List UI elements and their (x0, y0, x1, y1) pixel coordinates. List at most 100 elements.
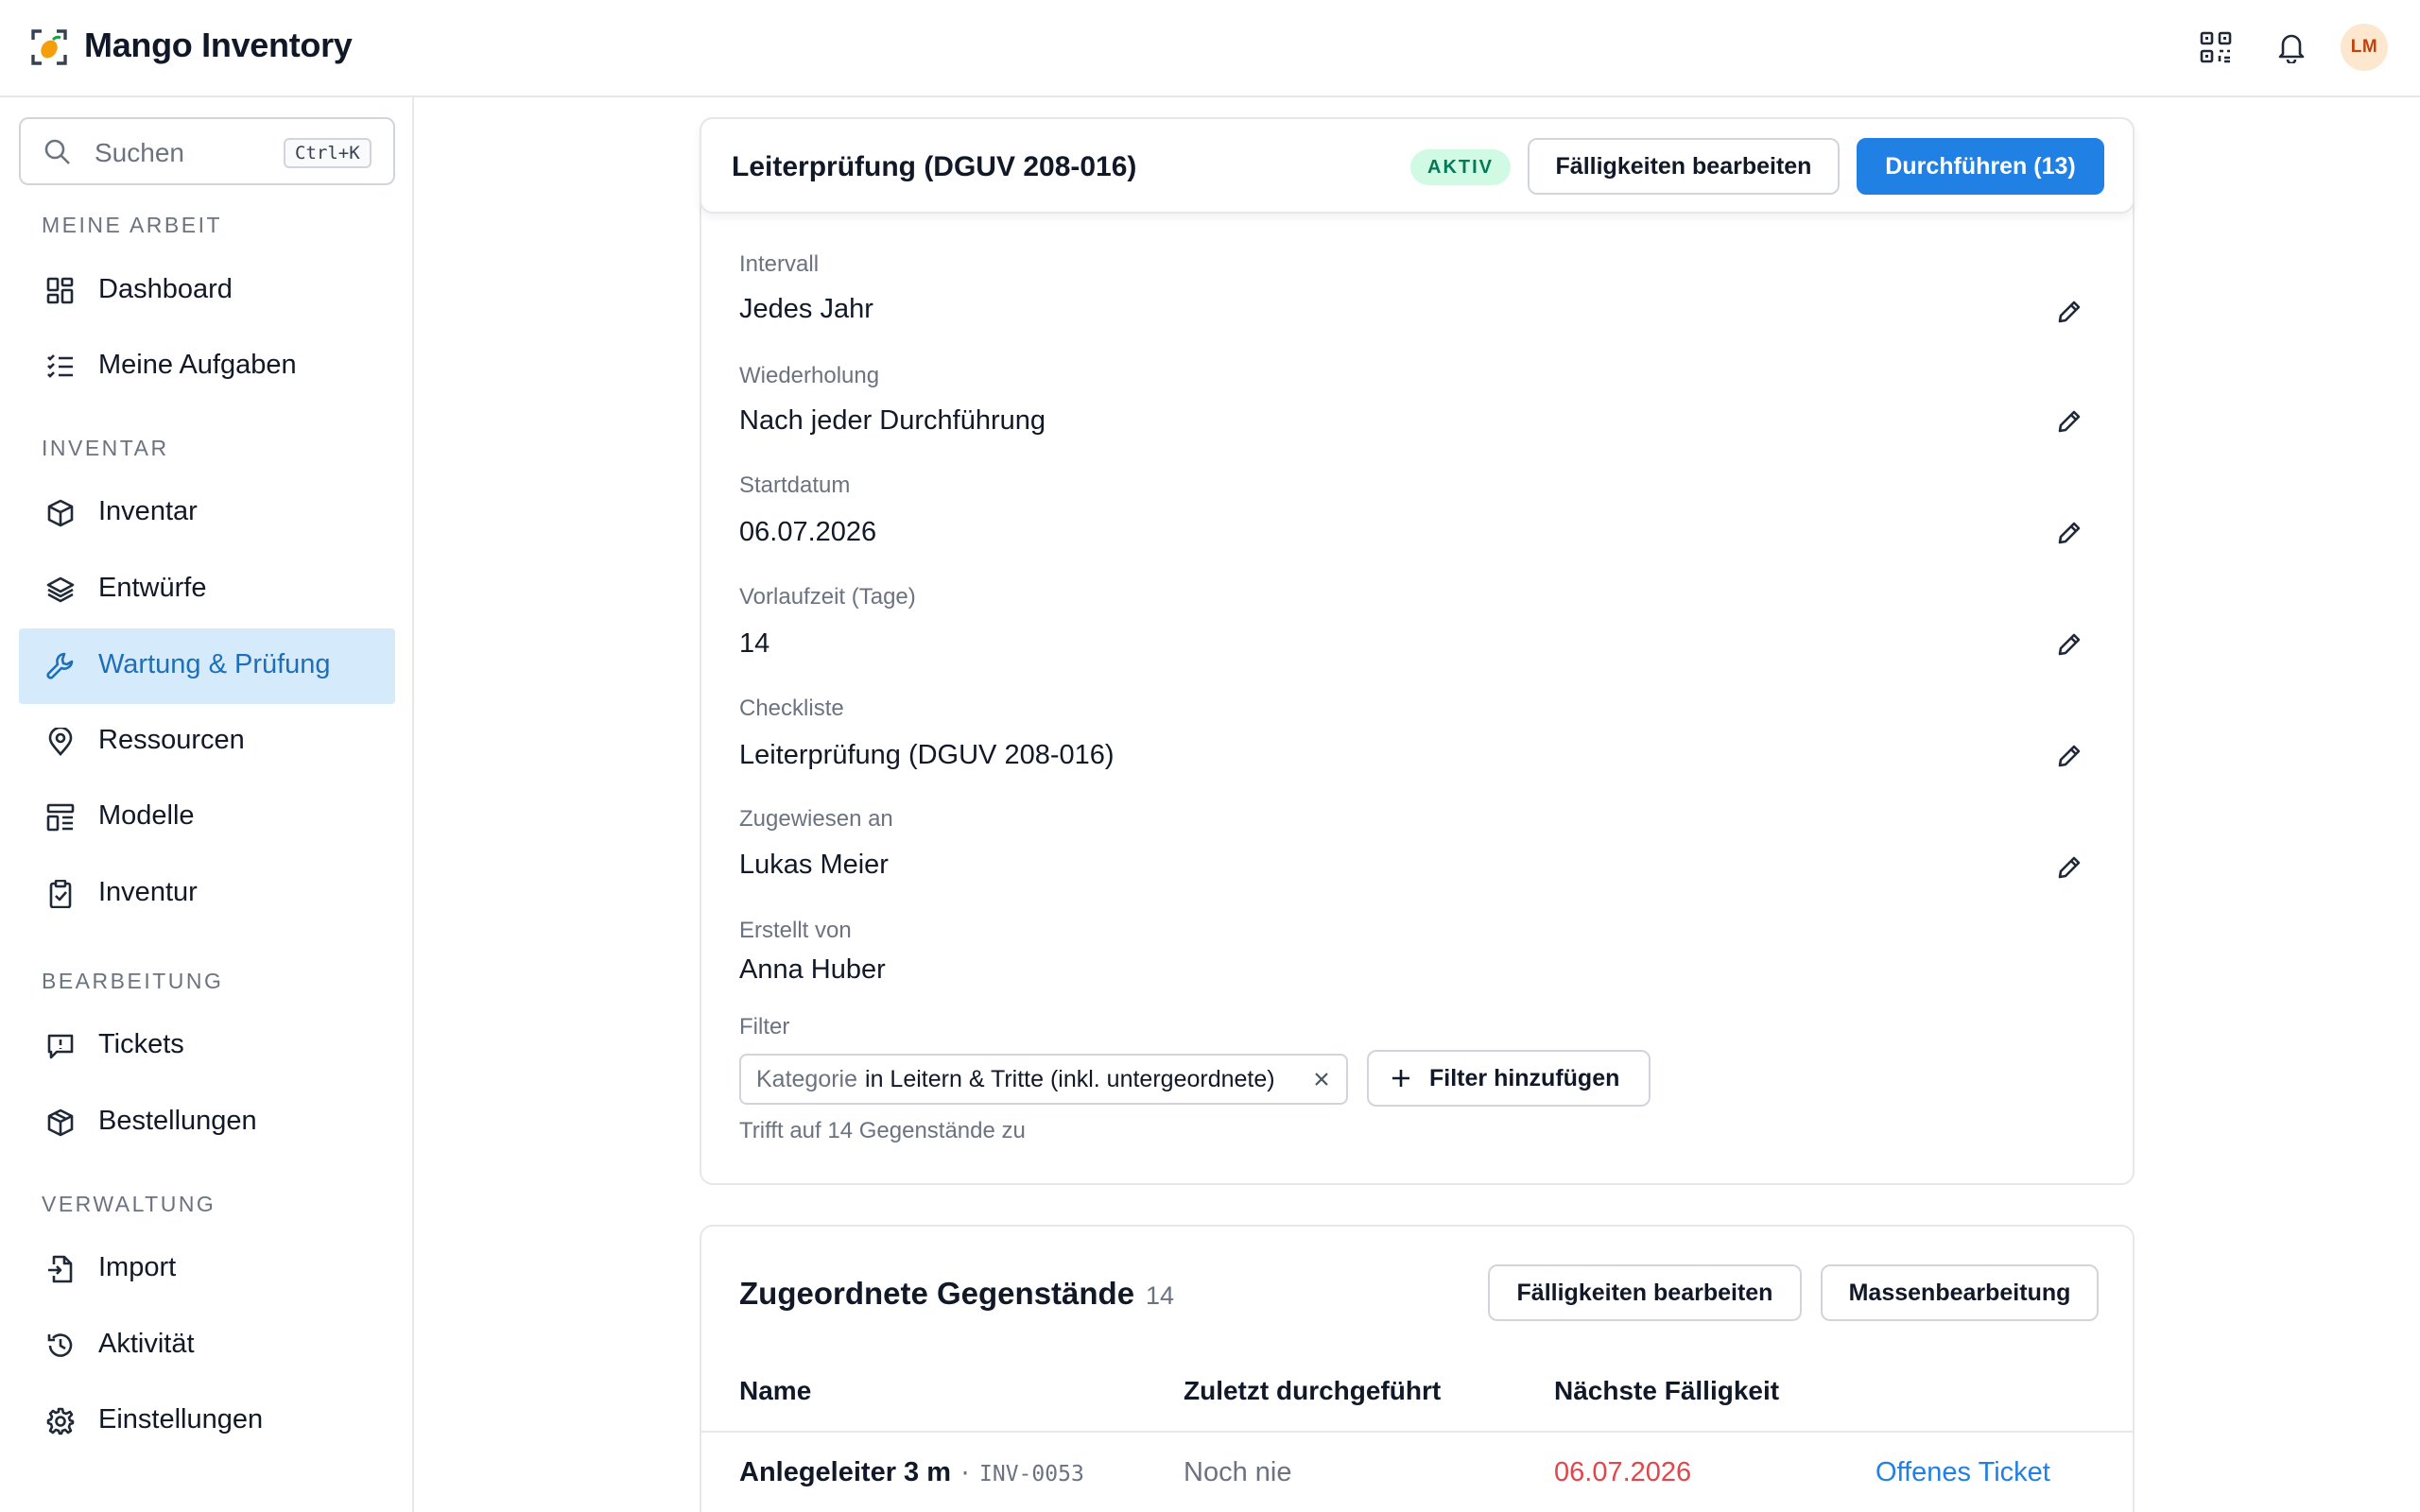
sidebar-item-label: Entwürfe (98, 573, 207, 603)
edit-pencil-icon[interactable] (2053, 296, 2085, 328)
edit-due-dates-button[interactable]: Fälligkeiten bearbeiten (1528, 138, 1840, 195)
plus-icon (1390, 1067, 1412, 1090)
execute-button[interactable]: Durchführen (13) (1857, 138, 2104, 195)
field-value-startdatum: 06.07.2026 (739, 517, 877, 547)
edit-pencil-icon[interactable] (2053, 740, 2085, 772)
filter-chip-key: Kategorie (756, 1065, 858, 1092)
sidebar-item-label: Bestellungen (98, 1106, 257, 1136)
qr-code-icon[interactable] (2197, 28, 2235, 66)
field-value-zugewiesen-an: Lukas Meier (739, 850, 889, 880)
plan-header: Leiterprüfung (DGUV 208-016) AKTIV Fälli… (700, 117, 2135, 214)
sidebar-item-label: Tickets (98, 1029, 184, 1059)
sidebar-item-wartung-pruefung[interactable]: Wartung & Prüfung (19, 628, 395, 704)
checklist-icon (42, 348, 79, 386)
column-header-next-due[interactable]: Nächste Fälligkeit (1554, 1376, 1779, 1406)
filter-chip[interactable]: Kategorie in Leitern & Tritte (inkl. unt… (739, 1054, 1348, 1105)
field-value-vorlaufzeit: 14 (739, 628, 770, 659)
search-shortcut: Ctrl+K (284, 138, 372, 168)
sidebar-item-aktivitaet[interactable]: Aktivität (19, 1308, 395, 1383)
sidebar-item-label: Modelle (98, 800, 195, 831)
sidebar-item-bestellungen[interactable]: Bestellungen (19, 1085, 395, 1160)
field-label-intervall: Intervall (739, 251, 820, 277)
sidebar-item-label: Dashboard (98, 274, 233, 304)
sidebar-item-meine-aufgaben[interactable]: Meine Aufgaben (19, 329, 395, 404)
section-label-verwaltung: VERWALTUNG (42, 1192, 216, 1216)
section-label-bearbeitung: BEARBEITUNG (42, 969, 224, 993)
dashboard-icon (42, 272, 79, 310)
mango-logo-icon[interactable] (30, 28, 68, 66)
field-label-startdatum: Startdatum (739, 472, 851, 498)
item-code-separator: · (959, 1462, 972, 1486)
field-label-filter: Filter (739, 1014, 790, 1040)
user-avatar[interactable]: LM (2341, 24, 2388, 71)
layers-icon (42, 571, 79, 609)
sidebar-item-ressourcen[interactable]: Ressourcen (19, 704, 395, 780)
item-next-due: 06.07.2026 (1554, 1457, 1692, 1487)
app-title[interactable]: Mango Inventory (84, 26, 353, 65)
edit-due-dates-button-secondary[interactable]: Fälligkeiten bearbeiten (1488, 1264, 1802, 1321)
history-icon (42, 1327, 79, 1365)
gear-icon (42, 1402, 79, 1440)
open-ticket-link[interactable]: Offenes Ticket (1876, 1457, 2050, 1488)
edit-pencil-icon[interactable] (2053, 851, 2085, 884)
field-value-erstellt-von: Anna Huber (739, 954, 886, 985)
template-icon (42, 799, 79, 836)
sidebar-item-label: Import (98, 1252, 177, 1282)
plan-details-card (700, 117, 2135, 1185)
sidebar-item-dashboard[interactable]: Dashboard (19, 253, 395, 329)
column-header-name[interactable]: Name (739, 1376, 811, 1406)
sidebar-item-tickets[interactable]: Tickets (19, 1008, 395, 1084)
bulk-edit-button[interactable]: Massenbearbeitung (1821, 1264, 2099, 1321)
item-code: INV-0053 (979, 1462, 1084, 1486)
sidebar: Suchen Ctrl+K MEINE ARBEIT Dashboard Mei… (0, 97, 414, 1512)
search-input[interactable]: Suchen Ctrl+K (19, 117, 395, 185)
cube-icon (42, 494, 79, 532)
close-icon[interactable] (1310, 1068, 1333, 1091)
filter-chip-value: in Leitern & Tritte (inkl. untergeordnet… (865, 1065, 1275, 1092)
location-pin-icon (42, 723, 79, 761)
section-label-inventar: INVENTAR (42, 436, 169, 460)
field-label-wiederholung: Wiederholung (739, 363, 880, 388)
sidebar-item-einstellungen[interactable]: Einstellungen (19, 1383, 395, 1459)
field-label-checkliste: Checkliste (739, 696, 844, 721)
top-bar: Mango Inventory LM (0, 0, 2420, 97)
edit-pencil-icon[interactable] (2053, 628, 2085, 661)
item-name: Anlegeleiter 3 m (739, 1457, 952, 1487)
field-value-intervall: Jedes Jahr (739, 294, 873, 324)
sidebar-item-label: Inventar (98, 496, 198, 526)
sidebar-item-import[interactable]: Import (19, 1231, 395, 1307)
sidebar-item-label: Meine Aufgaben (98, 350, 297, 380)
table-divider (701, 1431, 2133, 1433)
wrench-icon (42, 647, 79, 685)
column-header-last-performed[interactable]: Zuletzt durchgeführt (1184, 1376, 1441, 1406)
sidebar-item-label: Aktivität (98, 1329, 195, 1359)
ticket-message-icon (42, 1027, 79, 1065)
sidebar-item-label: Einstellungen (98, 1404, 264, 1435)
sidebar-item-label: Wartung & Prüfung (98, 649, 331, 679)
search-icon (43, 138, 72, 171)
sidebar-item-entwuerfe[interactable]: Entwürfe (19, 552, 395, 627)
clipboard-check-icon (42, 875, 79, 913)
search-placeholder: Suchen (95, 138, 184, 167)
add-filter-button[interactable]: Filter hinzufügen (1367, 1050, 1651, 1107)
item-last-performed: Noch nie (1184, 1457, 1292, 1487)
edit-pencil-icon[interactable] (2053, 405, 2085, 438)
package-icon (42, 1104, 79, 1142)
sidebar-item-label: Ressourcen (98, 725, 245, 755)
table-row-name[interactable]: Anlegeleiter 3 m · INV-0053 (739, 1457, 1084, 1488)
file-import-icon (42, 1250, 79, 1288)
bell-icon[interactable] (2273, 28, 2310, 66)
field-label-vorlaufzeit: Vorlaufzeit (Tage) (739, 584, 916, 610)
filter-match-count: Trifft auf 14 Gegenstände zu (739, 1118, 1026, 1143)
edit-pencil-icon[interactable] (2053, 517, 2085, 549)
sidebar-item-inventar[interactable]: Inventar (19, 475, 395, 551)
assigned-items-count: 14 (1146, 1281, 1175, 1310)
add-filter-label: Filter hinzufügen (1429, 1064, 1620, 1091)
field-value-checkliste: Leiterprüfung (DGUV 208-016) (739, 740, 1115, 770)
field-label-zugewiesen-an: Zugewiesen an (739, 806, 893, 832)
field-label-erstellt-von: Erstellt von (739, 918, 852, 943)
sidebar-item-label: Inventur (98, 877, 198, 907)
sidebar-item-inventur[interactable]: Inventur (19, 856, 395, 932)
plan-title: Leiterprüfung (DGUV 208-016) (732, 151, 1137, 182)
sidebar-item-modelle[interactable]: Modelle (19, 780, 395, 855)
